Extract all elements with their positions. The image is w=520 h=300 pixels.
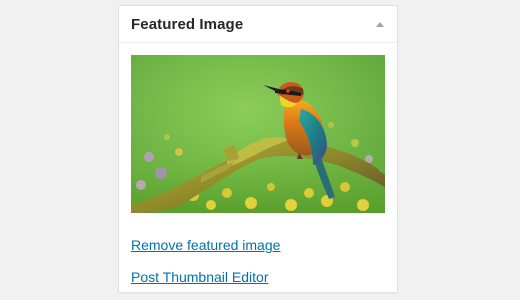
panel-title: Featured Image <box>131 16 244 33</box>
bird-on-branch-image <box>131 55 385 213</box>
triangle-up-icon <box>376 22 384 27</box>
post-thumbnail-editor-link[interactable]: Post Thumbnail Editor <box>131 269 268 285</box>
featured-image-panel: Featured Image Remove featured image Pos… <box>118 5 398 293</box>
collapse-toggle-button[interactable] <box>369 13 391 35</box>
featured-image-thumbnail[interactable] <box>131 55 385 213</box>
remove-featured-image-link[interactable]: Remove featured image <box>131 237 280 253</box>
panel-header: Featured Image <box>119 6 397 43</box>
